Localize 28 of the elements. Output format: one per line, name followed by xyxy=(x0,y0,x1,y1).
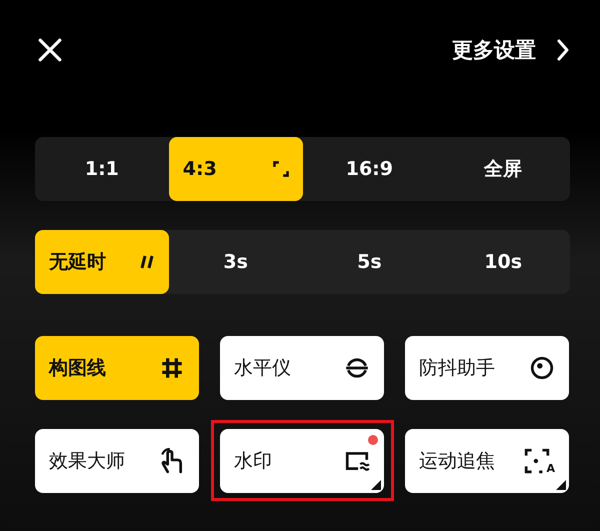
setting-tile[interactable]: 防抖助手 xyxy=(405,336,569,400)
setting-tile[interactable]: 水平仪 xyxy=(220,336,384,400)
aspect-ratio-option[interactable]: 4:3 xyxy=(168,137,302,201)
aspect-ratio-option[interactable]: 1:1 xyxy=(35,137,169,201)
tile-label: 运动追焦 xyxy=(419,449,495,474)
setting-tile[interactable]: 构图线 xyxy=(35,336,199,400)
aspect-ratio-option[interactable]: 全屏 xyxy=(436,137,570,201)
aspect-ratio-option[interactable]: 16:9 xyxy=(302,137,436,201)
timer-option[interactable]: 3s xyxy=(168,230,302,294)
more-settings-link[interactable]: 更多设置 xyxy=(452,36,536,64)
hand-icon xyxy=(159,448,185,474)
quote-marks-icon xyxy=(138,254,155,270)
timer-option[interactable]: 10s xyxy=(436,230,570,294)
setting-tile[interactable]: 效果大师 xyxy=(35,429,199,493)
tile-label: 防抖助手 xyxy=(419,356,495,381)
target-icon xyxy=(529,355,555,381)
timer-option[interactable]: 5s xyxy=(302,230,436,294)
frame-corners-icon xyxy=(272,161,288,177)
tile-label: 水印 xyxy=(234,449,272,474)
setting-tile[interactable]: 运动追焦 A xyxy=(405,429,569,493)
timer-option[interactable]: 无延时 xyxy=(35,230,169,294)
tile-label: 构图线 xyxy=(49,356,106,381)
tile-label: 效果大师 xyxy=(49,449,125,474)
setting-tile[interactable]: 水印 xyxy=(220,429,384,493)
close-icon[interactable] xyxy=(37,37,63,63)
tile-label: 水平仪 xyxy=(234,356,291,381)
icon-letter: A xyxy=(546,463,555,474)
chevron-right-icon[interactable] xyxy=(556,38,570,62)
